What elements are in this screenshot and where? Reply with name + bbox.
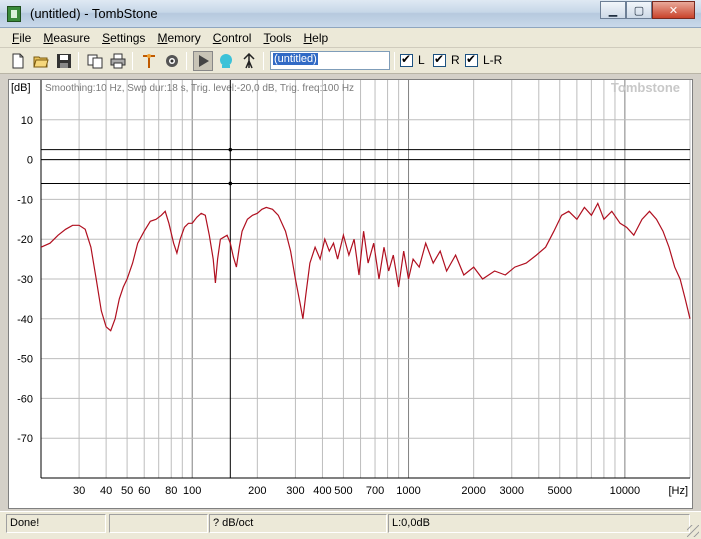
y-tick-label: -20	[17, 234, 33, 246]
y-tick-label: -70	[17, 433, 33, 445]
x-tick-label: 5000	[548, 485, 572, 497]
response-series-line	[40, 201, 691, 332]
x-tick-label: 500	[334, 485, 352, 497]
y-tick-label: -50	[17, 354, 33, 366]
menu-accel: M	[43, 30, 54, 45]
toolbar-separator	[394, 52, 395, 70]
toolbar-separator	[132, 52, 133, 70]
settings-gear-icon[interactable]	[162, 51, 182, 71]
measurement-title-field[interactable]: (untitled)	[270, 51, 390, 70]
cursor-dot	[228, 147, 233, 152]
measurement-title-value: (untitled)	[273, 53, 318, 65]
menu-label: elp	[312, 30, 329, 45]
toolbar-separator	[186, 52, 187, 70]
x-tick-label: 50	[121, 485, 133, 497]
status-level: L:0,0dB	[388, 514, 690, 533]
print-icon[interactable]	[108, 51, 128, 71]
menu-label: ettings	[110, 30, 146, 45]
menu-memory[interactable]: Memory	[151, 31, 206, 45]
x-tick-label: 400	[313, 485, 331, 497]
resize-grip-icon[interactable]	[687, 525, 699, 537]
toolbar-separator	[263, 52, 264, 70]
status-message: Done!	[6, 514, 106, 533]
window-controls: ▁ ▢ ✕	[600, 1, 695, 19]
checkbox-l-box[interactable]	[400, 52, 413, 67]
x-axis-unit-label: [Hz]	[668, 485, 688, 497]
y-tick-label: 10	[21, 115, 33, 127]
checkbox-r-box[interactable]	[433, 52, 446, 67]
watermark-text: Tombstone	[611, 80, 680, 95]
frequency-response-chart[interactable]: 10 0 -10 -20 -30 -40 -50 -60 -70 [dB] 30 40 50 60 80 10…	[8, 79, 693, 509]
y-tick-label: -40	[17, 314, 33, 326]
checkbox-l-label: L	[418, 53, 425, 67]
y-tick-label: -60	[17, 393, 33, 405]
x-tick-label: 30	[73, 485, 85, 497]
menu-file[interactable]: File	[6, 31, 37, 45]
x-tick-label: 700	[366, 485, 384, 497]
checkbox-lr-box[interactable]	[465, 52, 478, 67]
menu-label: ools	[269, 30, 292, 45]
maximize-icon[interactable]: ▢	[626, 1, 652, 19]
x-tick-label: 200	[248, 485, 266, 497]
minimize-icon[interactable]: ▁	[600, 1, 626, 19]
play-icon[interactable]	[193, 51, 213, 71]
close-icon[interactable]: ✕	[652, 1, 695, 19]
antenna-icon[interactable]	[239, 51, 259, 71]
menu-control[interactable]: Control	[207, 31, 258, 45]
x-tick-label: 1000	[396, 485, 420, 497]
status-bar: Done! ? dB/oct L:0,0dB	[0, 511, 701, 539]
menu-label: emory	[167, 30, 201, 45]
copy-icon[interactable]	[85, 51, 105, 71]
x-tick-label: 40	[100, 485, 112, 497]
menu-label: ile	[19, 30, 32, 45]
x-tick-label: 300	[286, 485, 304, 497]
window-title: (untitled) - TombStone	[30, 6, 158, 21]
y-tick-label: -10	[17, 194, 33, 206]
toolbar-separator	[78, 52, 79, 70]
checkbox-l[interactable]: L	[400, 52, 425, 67]
menu-bar: File Measure Settings Memory Control Too…	[0, 28, 701, 48]
save-icon[interactable]	[54, 51, 74, 71]
x-tick-label: 10000	[610, 485, 641, 497]
x-tick-label: 100	[183, 485, 201, 497]
menu-settings[interactable]: Settings	[96, 31, 151, 45]
checkbox-r[interactable]: R	[433, 52, 460, 67]
cursor-dot	[228, 181, 233, 186]
marker-icon[interactable]	[139, 51, 159, 71]
new-file-icon[interactable]	[8, 51, 28, 71]
checkbox-r-label: R	[451, 53, 460, 67]
title-bar: (untitled) - TombStone ▁ ▢ ✕	[0, 0, 701, 28]
checkbox-lr[interactable]: L-R	[465, 52, 503, 67]
x-tick-label: 3000	[500, 485, 524, 497]
menu-tools[interactable]: Tools	[257, 31, 297, 45]
x-tick-label: 80	[165, 485, 177, 497]
measurement-info-text: Smoothing:10 Hz, Swp dur:18 s, Trig. lev…	[45, 83, 354, 94]
monitor-icon[interactable]	[216, 51, 236, 71]
app-icon	[7, 6, 21, 22]
status-slope: ? dB/oct	[209, 514, 387, 533]
toolbar: (untitled) L R L-R	[0, 48, 701, 74]
menu-help[interactable]: Help	[298, 31, 335, 45]
menu-accel: H	[303, 30, 313, 45]
open-folder-icon[interactable]	[31, 51, 51, 71]
y-tick-label: 0	[27, 155, 33, 167]
menu-label: ontrol	[221, 30, 252, 45]
y-axis-unit-label: [dB]	[11, 82, 31, 94]
checkbox-lr-label: L-R	[483, 53, 503, 67]
x-tick-label: 2000	[461, 485, 485, 497]
menu-label: easure	[53, 30, 91, 45]
x-tick-label: 60	[138, 485, 150, 497]
chart-svg[interactable]: 100-10-20-30-40-50-60-70[dB]30 40 50 60 80 10…	[9, 80, 692, 508]
status-panel-empty	[109, 514, 208, 533]
y-tick-label: -30	[17, 274, 33, 286]
menu-accel: S	[102, 30, 111, 45]
menu-measure[interactable]: Measure	[37, 31, 96, 45]
menu-accel: M	[157, 30, 168, 45]
